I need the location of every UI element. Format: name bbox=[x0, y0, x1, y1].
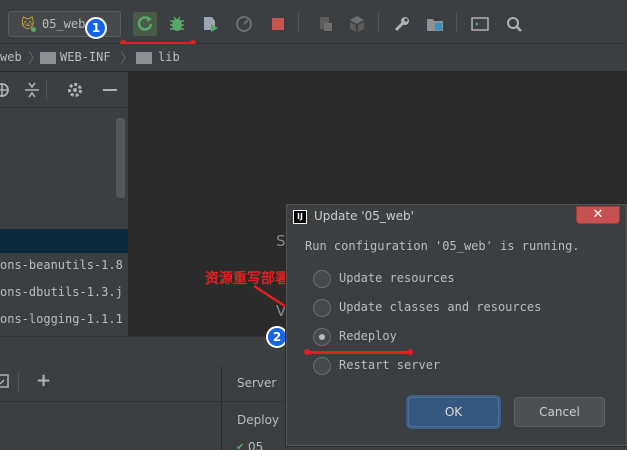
radio-button-selected[interactable] bbox=[313, 328, 331, 346]
option-label: Update classes and resources bbox=[339, 300, 542, 314]
breadcrumb-item-lib[interactable]: lib bbox=[158, 50, 180, 64]
add-service-icon[interactable]: + bbox=[36, 372, 56, 392]
breadcrumb-item-web[interactable]: web bbox=[0, 50, 22, 64]
check-icon: ✔ bbox=[236, 442, 245, 450]
breadcrumb-item-web-inf[interactable]: WEB-INF bbox=[60, 50, 111, 64]
hide-panel-icon[interactable] bbox=[100, 80, 120, 100]
ok-button[interactable]: OK bbox=[408, 397, 499, 427]
cancel-button[interactable]: Cancel bbox=[514, 397, 605, 427]
option-update-resources[interactable]: Update resources bbox=[313, 270, 603, 290]
close-icon[interactable]: ✕ bbox=[576, 206, 620, 224]
coverage-icon[interactable] bbox=[198, 12, 222, 36]
tab-deployment-label: Deploy bbox=[237, 413, 280, 427]
services-toolbar bbox=[0, 366, 222, 402]
build-icon[interactable] bbox=[314, 12, 338, 36]
project-tree-scrollbar[interactable] bbox=[116, 118, 125, 198]
toolbar-separator bbox=[298, 13, 299, 33]
annotation-badge-1: 1 bbox=[85, 17, 107, 39]
toolbar-separator bbox=[456, 13, 457, 33]
dialog-message: Run configuration '05_web' is running. bbox=[305, 239, 580, 253]
search-icon[interactable] bbox=[502, 12, 526, 36]
radio-button[interactable] bbox=[313, 357, 331, 375]
annotation-badge-2: 2 bbox=[266, 326, 288, 348]
debug-icon[interactable] bbox=[165, 12, 189, 36]
intellij-app-icon: IJ bbox=[293, 210, 307, 224]
terminal-icon[interactable] bbox=[468, 12, 492, 36]
toolbar-separator bbox=[46, 80, 47, 100]
run-configuration-label: 05_web bbox=[42, 17, 86, 31]
radio-button[interactable] bbox=[313, 299, 331, 317]
gear-icon[interactable] bbox=[65, 80, 85, 100]
option-label: Redeploy bbox=[339, 329, 397, 343]
radio-button[interactable] bbox=[313, 270, 331, 288]
tab-server-label: Server bbox=[237, 376, 277, 390]
toolbar-separator bbox=[378, 13, 379, 33]
selected-tree-row[interactable] bbox=[0, 229, 128, 253]
editor-placeholder-text: S bbox=[276, 232, 286, 250]
dialog-title: Update '05_web' bbox=[314, 209, 414, 223]
collapse-all-icon[interactable] bbox=[22, 80, 42, 100]
option-redeploy[interactable]: Redeploy bbox=[313, 328, 603, 348]
chevron-right-icon: 〉 bbox=[120, 51, 134, 67]
filter-icon[interactable] bbox=[0, 372, 12, 390]
locate-target-icon[interactable] bbox=[0, 80, 12, 100]
profile-icon[interactable] bbox=[232, 12, 256, 36]
option-restart-server[interactable]: Restart server bbox=[313, 357, 603, 377]
folder-icon bbox=[136, 52, 152, 64]
build-artifacts-icon[interactable] bbox=[345, 12, 369, 36]
dialog-title-bar[interactable]: IJ Update '05_web' ✕ bbox=[287, 205, 626, 229]
library-jar-item[interactable]: ons-beanutils-1.8 bbox=[0, 253, 128, 277]
update-dialog: IJ Update '05_web' ✕ Run configuration '… bbox=[286, 204, 627, 446]
library-jar-item[interactable]: ons-logging-1.1.1 bbox=[0, 307, 128, 331]
rerun-icon[interactable] bbox=[133, 12, 157, 36]
option-label: Update resources bbox=[339, 271, 455, 285]
settings-wrench-icon[interactable] bbox=[390, 12, 414, 36]
stop-icon[interactable] bbox=[266, 12, 290, 36]
annotation-underline-2 bbox=[304, 349, 413, 355]
toolbar-separator bbox=[18, 372, 19, 392]
folder-icon bbox=[40, 52, 56, 64]
option-update-classes-and-resources[interactable]: Update classes and resources bbox=[313, 299, 603, 319]
deployment-item[interactable]: 05_ bbox=[248, 440, 269, 450]
option-label: Restart server bbox=[339, 358, 441, 372]
running-indicator bbox=[31, 27, 36, 32]
project-structure-icon[interactable] bbox=[423, 12, 447, 36]
library-jar-item[interactable]: ons-dbutils-1.3.j bbox=[0, 280, 128, 304]
